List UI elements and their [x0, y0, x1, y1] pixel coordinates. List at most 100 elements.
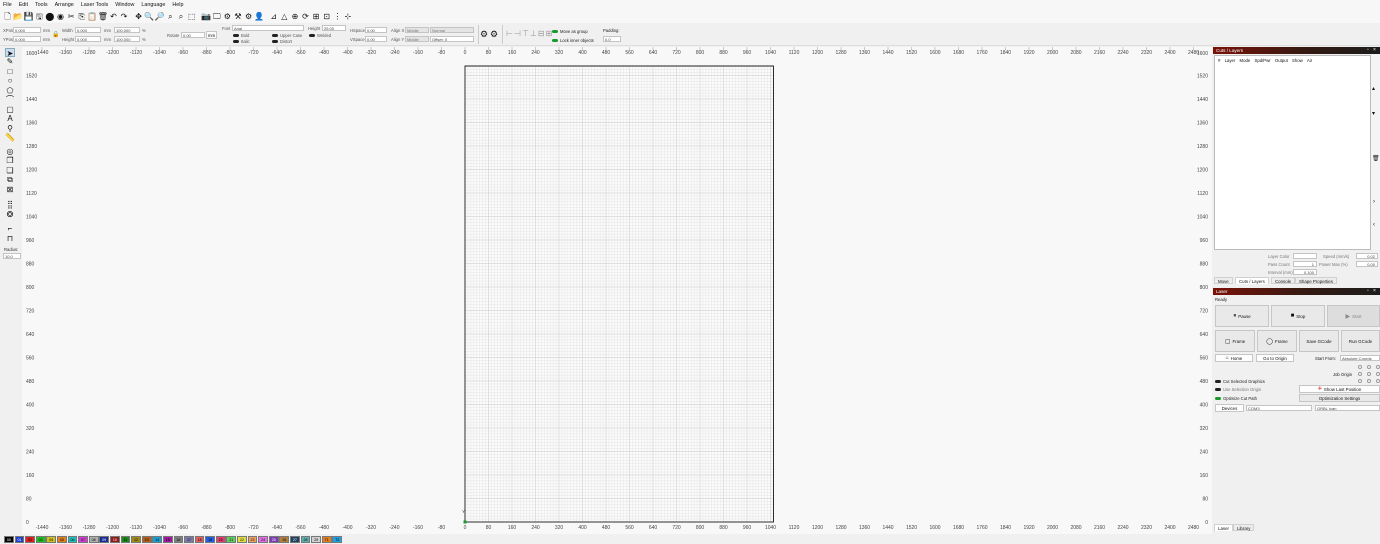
palette-swatch-T2[interactable]: T2	[332, 535, 343, 544]
auto-arrange-icon[interactable]: ⚙	[490, 29, 498, 40]
menu-tools[interactable]: Tools	[35, 2, 48, 8]
edge-icon[interactable]: ⊓	[5, 234, 15, 243]
palette-swatch-16[interactable]: 16	[173, 535, 184, 544]
palette-swatch-13[interactable]: 13	[141, 535, 152, 544]
mirror-v-icon[interactable]: △	[280, 12, 289, 21]
palette-swatch-05[interactable]: 05	[56, 535, 67, 544]
palette-swatch-17[interactable]: 17	[184, 535, 194, 544]
job-origin-point[interactable]	[1376, 365, 1380, 369]
move-layer-down-icon[interactable]: ▾	[1372, 110, 1375, 117]
rotate-icon[interactable]: ⟳	[301, 12, 310, 21]
text-height-field[interactable]: 25.00	[322, 25, 346, 31]
corner-tool-icon[interactable]: ⌐	[5, 224, 15, 233]
palette-swatch-01[interactable]: 01	[14, 535, 25, 544]
curve-icon[interactable]: ⌒	[5, 95, 15, 104]
power-max-field[interactable]: 0.00	[1356, 261, 1378, 267]
job-origin-point[interactable]	[1376, 372, 1380, 376]
padding-field[interactable]: 0.0	[603, 36, 621, 42]
redo-icon[interactable]: ↷	[120, 12, 129, 21]
boolean-subtract-icon[interactable]: ❏	[5, 166, 15, 175]
align-x-select[interactable]: Middle	[405, 27, 429, 33]
float-icon-2[interactable]: ▫	[1367, 288, 1369, 294]
canvas-svg[interactable]: -1440 -1440 -1360 -1360 -1280 -1280 -1200 -1200…	[22, 47, 1212, 534]
frame-rect-button[interactable]: ▢ Frame	[1215, 330, 1255, 352]
work-canvas[interactable]: -1440 -1440 -1360 -1360 -1280 -1280 -1200 -1200…	[22, 47, 1212, 534]
lock-inner-toggle[interactable]	[552, 38, 558, 42]
palette-swatch-23[interactable]: 23	[247, 535, 258, 544]
close-icon[interactable]: ×	[1373, 47, 1376, 53]
monitor-icon[interactable]: 🖵	[212, 12, 221, 21]
width-percent-field[interactable]: 100.000	[114, 27, 140, 33]
width-field[interactable]: 0.000	[75, 27, 101, 33]
palette-swatch-12[interactable]: 12	[131, 535, 141, 544]
tab-shape-properties[interactable]: Shape Properties	[1295, 277, 1337, 284]
menu-edit[interactable]: Edit	[19, 2, 28, 8]
tab-move[interactable]: Move	[1214, 277, 1233, 284]
tab-library[interactable]: Library	[1233, 524, 1255, 531]
tab-console[interactable]: Console	[1271, 277, 1296, 284]
pen-icon[interactable]: ✎	[5, 57, 15, 66]
polygon-icon[interactable]: ⬠	[5, 86, 15, 95]
xpos-field[interactable]: 0.000	[13, 27, 41, 33]
weld-icon[interactable]: ⊠	[5, 185, 15, 194]
copy-icon[interactable]: ⎘	[77, 12, 86, 21]
start-button[interactable]: ▶ Start	[1327, 305, 1380, 327]
user-icon[interactable]: 👤	[254, 12, 264, 21]
zoom-frame-icon[interactable]: ⌕	[166, 12, 175, 21]
menu-file[interactable]: File	[3, 2, 12, 8]
new-file-icon[interactable]: 🗋	[3, 12, 12, 21]
italic-toggle[interactable]	[233, 39, 239, 43]
vspace-field[interactable]: 0.00	[365, 36, 387, 42]
device-select[interactable]: GRBL Ivan	[1315, 405, 1380, 411]
measure-icon[interactable]: 📏	[5, 133, 15, 142]
palette-swatch-29[interactable]: 29	[311, 535, 322, 544]
cut-icon[interactable]: ✂	[67, 12, 76, 21]
height-field[interactable]: 0.000	[75, 36, 101, 42]
palette-swatch-26[interactable]: 26	[279, 535, 290, 544]
show-last-position-button[interactable]: ✛ Show Last Position	[1299, 385, 1380, 393]
export-icon[interactable]: ◉	[56, 12, 65, 21]
text-mode-select[interactable]: Normal	[430, 27, 474, 33]
job-origin-point[interactable]	[1358, 379, 1362, 383]
camera-icon[interactable]: 📷	[201, 12, 211, 21]
pause-button[interactable]: ⏸ Pause	[1215, 305, 1269, 327]
move-layer-up-icon[interactable]: ▴	[1372, 85, 1375, 92]
palette-swatch-00[interactable]: 00	[4, 535, 14, 544]
home-button[interactable]: ⌂ Home	[1215, 354, 1253, 362]
palette-swatch-25[interactable]: 25	[268, 535, 279, 544]
palette-swatch-07[interactable]: 07	[78, 535, 88, 544]
palette-swatch-21[interactable]: 21	[226, 535, 237, 544]
zoom-selection-icon[interactable]: ⬚	[187, 12, 196, 21]
paste-icon[interactable]: 📋	[87, 12, 97, 21]
menu-window[interactable]: Window	[115, 2, 134, 8]
bold-toggle[interactable]	[233, 33, 239, 37]
palette-swatch-19[interactable]: 19	[205, 535, 216, 544]
job-origin-point[interactable]	[1358, 365, 1362, 369]
height-percent-field[interactable]: 100.000	[114, 36, 140, 42]
open-file-icon[interactable]: 📂	[13, 12, 23, 21]
save-icon[interactable]: 💾	[24, 12, 34, 21]
array-icon[interactable]: ⊡	[322, 12, 331, 21]
palette-swatch-09[interactable]: 09	[99, 535, 110, 544]
align-y-select[interactable]: Middle	[405, 36, 429, 42]
palette-swatch-20[interactable]: 20	[215, 535, 226, 544]
float-icon[interactable]: ▫	[1367, 47, 1369, 53]
stop-button[interactable]: ■ Stop	[1271, 305, 1325, 327]
ellipse-icon[interactable]: ○	[5, 76, 15, 85]
palette-swatch-24[interactable]: 24	[258, 535, 269, 544]
palette-swatch-28[interactable]: 28	[300, 535, 311, 544]
palette-swatch-15[interactable]: 15	[162, 535, 173, 544]
lock-icon[interactable]: 🔒	[52, 31, 59, 38]
palette-swatch-03[interactable]: 03	[35, 535, 46, 544]
zoom-in-icon[interactable]: 🔍	[144, 12, 154, 21]
boolean-union-icon[interactable]: ❐	[5, 156, 15, 165]
palette-swatch-08[interactable]: 08	[88, 535, 99, 544]
align-icon[interactable]: ⊕	[290, 12, 299, 21]
boolean-icon[interactable]: ⚙	[480, 29, 488, 40]
rounded-rect-icon[interactable]: ▢	[5, 105, 15, 114]
circular-array-icon[interactable]: ❂	[5, 210, 15, 219]
tab-cuts-layers[interactable]: Cuts / Layers	[1235, 277, 1269, 284]
palette-swatch-10[interactable]: 10	[109, 535, 120, 544]
radius-field[interactable]: 10.0	[3, 253, 21, 259]
expand-left-icon[interactable]: ‹	[1373, 222, 1375, 228]
